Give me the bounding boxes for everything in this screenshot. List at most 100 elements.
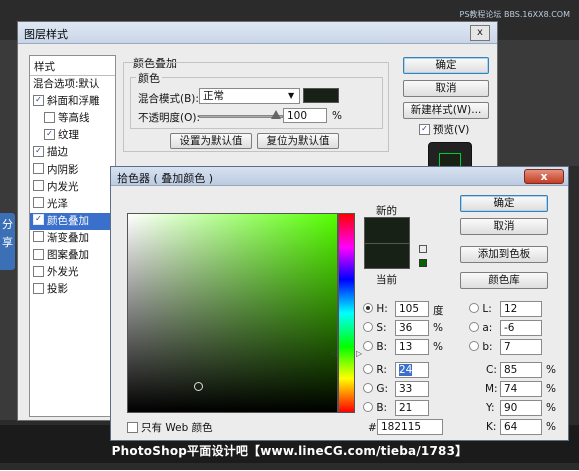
style-checkbox[interactable]: [33, 248, 44, 260]
hue-label: H:: [376, 303, 388, 315]
style-checkbox[interactable]: ✓: [44, 128, 55, 140]
cancel-button[interactable]: 取消: [460, 218, 548, 235]
magenta-input[interactable]: 74: [500, 381, 542, 397]
ok-button[interactable]: 确定: [460, 195, 548, 212]
style-checkbox[interactable]: [33, 197, 44, 209]
style-checkbox[interactable]: [33, 163, 44, 174]
style-checkbox[interactable]: [44, 111, 55, 123]
styles-list-item[interactable]: 内发光: [30, 179, 118, 196]
lab-b-field-row[interactable]: b:: [469, 341, 493, 353]
reset-default-button[interactable]: 复位为默认值: [257, 133, 339, 149]
layer-style-titlebar[interactable]: 图层样式 x: [18, 22, 497, 44]
styles-list-item-label: 等高线: [58, 112, 90, 125]
color-libraries-button[interactable]: 颜色库: [460, 272, 548, 289]
new-color-swatch: [364, 217, 410, 243]
red-radio[interactable]: [363, 364, 373, 374]
brightness-field-row[interactable]: B:: [363, 341, 387, 353]
green-radio[interactable]: [363, 383, 373, 393]
styles-list-item[interactable]: ✓ 描边: [30, 144, 118, 161]
lab-l-input[interactable]: 12: [500, 301, 542, 317]
preview-checkbox[interactable]: ✓ 预览(V): [419, 122, 469, 137]
style-checkbox[interactable]: ✓: [33, 94, 44, 106]
styles-list-item[interactable]: 内阴影: [30, 162, 118, 179]
green-input[interactable]: 33: [395, 381, 429, 397]
opacity-label: 不透明度(O):: [138, 112, 200, 124]
style-checkbox[interactable]: [33, 282, 44, 294]
green-field-row[interactable]: G:: [363, 383, 388, 395]
new-style-button[interactable]: 新建样式(W)...: [403, 102, 489, 119]
current-color-swatch[interactable]: [364, 243, 410, 269]
yellow-input[interactable]: 90: [500, 400, 542, 416]
opacity-field[interactable]: 100: [283, 108, 327, 123]
style-checkbox[interactable]: ✓: [33, 214, 44, 226]
lab-b-radio[interactable]: [469, 341, 479, 351]
lab-l-field-row[interactable]: L:: [469, 303, 492, 315]
blue-field-row[interactable]: B:: [363, 402, 387, 414]
styles-list-item-label: 图案叠加: [47, 249, 89, 261]
lab-b-input[interactable]: 7: [500, 339, 542, 355]
styles-list-item-label: 投影: [47, 283, 68, 296]
lab-l-radio[interactable]: [469, 303, 479, 313]
lab-a-input[interactable]: -6: [500, 320, 542, 336]
cyan-input[interactable]: 85: [500, 362, 542, 378]
web-safe-cube-icon[interactable]: [419, 245, 427, 253]
black-input[interactable]: 64: [500, 419, 542, 435]
styles-list-item[interactable]: 等高线: [30, 110, 129, 127]
blue-input[interactable]: 21: [395, 400, 429, 416]
styles-list-item-label: 外发光: [47, 266, 79, 279]
set-default-button[interactable]: 设置为默认值: [170, 133, 252, 149]
hue-radio[interactable]: [363, 303, 373, 313]
brightness-radio[interactable]: [363, 341, 373, 351]
blue-radio[interactable]: [363, 402, 373, 412]
overlay-color-swatch[interactable]: [303, 88, 339, 103]
hue-field-row[interactable]: H:: [363, 303, 388, 315]
cyan-label: C:: [486, 364, 497, 376]
styles-list-header: 样式: [34, 61, 55, 73]
hue-slider-right-arrow[interactable]: ▷: [356, 349, 362, 358]
styles-list-item[interactable]: 光泽: [30, 196, 118, 213]
cancel-button[interactable]: 取消: [403, 80, 489, 97]
style-checkbox[interactable]: [33, 265, 44, 277]
styles-list-item[interactable]: 渐变叠加: [30, 230, 118, 247]
lab-a-radio[interactable]: [469, 322, 479, 332]
web-only-checkbox[interactable]: 只有 Web 颜色: [127, 420, 213, 435]
styles-list-item[interactable]: ✓ 颜色叠加: [30, 212, 118, 230]
saturation-radio[interactable]: [363, 322, 373, 332]
current-label: 当前: [376, 274, 397, 286]
color-picker-cursor[interactable]: [194, 382, 203, 391]
brightness-unit: %: [433, 341, 443, 353]
brightness-input[interactable]: 13: [395, 339, 429, 355]
hue-slider[interactable]: [338, 213, 355, 413]
styles-list-item[interactable]: 投影: [30, 281, 118, 298]
add-to-swatches-button[interactable]: 添加到色板: [460, 246, 548, 263]
magenta-unit: %: [546, 383, 556, 395]
opacity-slider-thumb[interactable]: [271, 110, 281, 119]
styles-list-item[interactable]: ✓ 斜面和浮雕: [30, 93, 118, 110]
share-tab[interactable]: 分享: [0, 213, 15, 270]
ok-button[interactable]: 确定: [403, 57, 489, 74]
styles-list-item[interactable]: 混合选项:默认: [30, 76, 118, 93]
hex-input[interactable]: 182115: [377, 419, 443, 435]
style-checkbox[interactable]: [33, 180, 44, 192]
color-picker-titlebar[interactable]: 拾色器 ( 叠加颜色 ) x: [111, 167, 568, 186]
web-safe-swatch[interactable]: [419, 259, 427, 267]
cyan-unit: %: [546, 364, 556, 376]
close-icon[interactable]: x: [524, 169, 564, 184]
blend-mode-select[interactable]: 正常 ▼: [199, 88, 300, 104]
hue-slider-left-arrow[interactable]: ◁: [331, 349, 337, 358]
saturation-brightness-field[interactable]: [127, 213, 338, 413]
backdrop-right-panel: [498, 40, 579, 166]
saturation-input[interactable]: 36: [395, 320, 429, 336]
close-icon[interactable]: x: [470, 25, 490, 41]
style-checkbox[interactable]: ✓: [33, 145, 44, 157]
styles-list-item-label: 内发光: [47, 180, 79, 193]
styles-list-item[interactable]: 外发光: [30, 264, 118, 281]
styles-list-item[interactable]: 图案叠加: [30, 247, 118, 264]
red-field-row[interactable]: R:: [363, 364, 387, 376]
styles-list-item[interactable]: ✓ 纹理: [30, 127, 129, 144]
saturation-field-row[interactable]: S:: [363, 322, 387, 334]
style-checkbox[interactable]: [33, 231, 44, 243]
red-input[interactable]: 24: [395, 362, 429, 378]
lab-a-field-row[interactable]: a:: [469, 322, 492, 334]
hue-input[interactable]: 105: [395, 301, 429, 317]
